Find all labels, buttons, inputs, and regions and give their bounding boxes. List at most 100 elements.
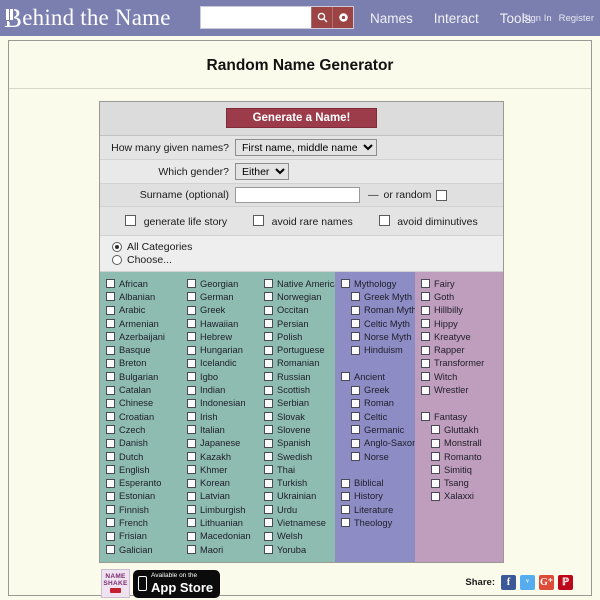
- all-categories-radio[interactable]: [112, 242, 122, 252]
- category-item[interactable]: Limburgish: [187, 503, 254, 516]
- category-checkbox[interactable]: [431, 465, 440, 475]
- category-item[interactable]: Norse Myth: [341, 330, 412, 343]
- category-item[interactable]: Native American: [264, 277, 345, 290]
- category-item[interactable]: Transformer: [421, 357, 499, 370]
- category-item[interactable]: Macedonian: [187, 530, 254, 543]
- category-checkbox[interactable]: [106, 505, 115, 515]
- category-checkbox[interactable]: [187, 438, 196, 448]
- category-checkbox[interactable]: [341, 518, 350, 528]
- app-store-badge[interactable]: Available on the App Store: [133, 569, 221, 598]
- category-checkbox[interactable]: [421, 412, 430, 422]
- category-checkbox[interactable]: [187, 305, 196, 315]
- category-item[interactable]: Kazakh: [187, 450, 254, 463]
- category-checkbox[interactable]: [187, 279, 196, 289]
- category-item[interactable]: Simitiq: [421, 463, 499, 476]
- category-item[interactable]: Igbo: [187, 370, 254, 383]
- category-item[interactable]: Monstrall: [421, 437, 499, 450]
- category-checkbox[interactable]: [106, 332, 115, 342]
- category-item[interactable]: Persian: [264, 317, 331, 330]
- category-item[interactable]: Welsh: [264, 530, 331, 543]
- avoid-rare-checkbox[interactable]: [253, 215, 265, 226]
- category-item[interactable]: African: [106, 277, 177, 290]
- category-checkbox[interactable]: [341, 478, 350, 488]
- category-item[interactable]: Greek: [187, 304, 254, 317]
- category-item[interactable]: German: [187, 290, 254, 303]
- category-checkbox[interactable]: [431, 491, 440, 501]
- category-checkbox[interactable]: [187, 345, 196, 355]
- category-checkbox[interactable]: [351, 345, 360, 355]
- category-checkbox[interactable]: [187, 545, 196, 555]
- category-checkbox[interactable]: [264, 279, 273, 289]
- category-item[interactable]: Basque: [106, 343, 177, 356]
- category-item[interactable]: Indian: [187, 383, 254, 396]
- category-checkbox[interactable]: [106, 478, 115, 488]
- category-checkbox[interactable]: [421, 345, 430, 355]
- category-item[interactable]: Esperanto: [106, 476, 177, 489]
- surname-input[interactable]: [235, 187, 360, 203]
- category-checkbox[interactable]: [341, 505, 350, 515]
- category-item[interactable]: Korean: [187, 476, 254, 489]
- or-random-checkbox[interactable]: [436, 189, 448, 201]
- category-checkbox[interactable]: [431, 425, 440, 435]
- category-item[interactable]: Estonian: [106, 490, 177, 503]
- category-item[interactable]: Slovak: [264, 410, 331, 423]
- category-item[interactable]: Greek: [341, 383, 411, 396]
- nameshake-logo-icon[interactable]: NAME SHAKE: [101, 569, 130, 599]
- option-avoid-rare[interactable]: avoid rare names: [253, 212, 353, 230]
- category-checkbox[interactable]: [421, 385, 430, 395]
- category-item[interactable]: Maori: [187, 543, 254, 556]
- category-checkbox[interactable]: [264, 412, 273, 422]
- category-item[interactable]: Latvian: [187, 490, 254, 503]
- category-checkbox[interactable]: [187, 491, 196, 501]
- option-life-story[interactable]: generate life story: [125, 212, 227, 230]
- category-checkbox[interactable]: [106, 398, 115, 408]
- category-item[interactable]: Italian: [187, 423, 254, 436]
- category-checkbox[interactable]: [264, 385, 273, 395]
- googleplus-icon[interactable]: G⁺: [539, 575, 554, 591]
- nav-item-interact[interactable]: Interact: [434, 11, 479, 26]
- category-checkbox[interactable]: [351, 385, 360, 395]
- category-item[interactable]: Georgian: [187, 277, 254, 290]
- category-checkbox[interactable]: [431, 452, 440, 461]
- category-checkbox[interactable]: [264, 372, 273, 382]
- category-item[interactable]: Ancient: [341, 370, 411, 383]
- category-item[interactable]: Danish: [106, 437, 177, 450]
- life-story-checkbox[interactable]: [125, 215, 137, 226]
- category-item[interactable]: Hinduism: [341, 343, 411, 356]
- category-item[interactable]: French: [106, 516, 177, 529]
- category-checkbox[interactable]: [106, 292, 115, 302]
- category-item[interactable]: Hawaiian: [187, 317, 254, 330]
- category-checkbox[interactable]: [264, 305, 273, 315]
- register-link[interactable]: Register: [559, 13, 594, 24]
- category-checkbox[interactable]: [351, 332, 360, 342]
- category-item[interactable]: English: [106, 463, 177, 476]
- category-item[interactable]: Romanian: [264, 357, 331, 370]
- category-item[interactable]: Occitan: [264, 304, 331, 317]
- category-item[interactable]: Breton: [106, 357, 177, 370]
- category-item[interactable]: Hebrew: [187, 330, 254, 343]
- category-item[interactable]: Celtic: [341, 410, 411, 423]
- category-item[interactable]: Slovene: [264, 423, 331, 436]
- category-checkbox[interactable]: [106, 438, 115, 448]
- category-item[interactable]: Mythology: [341, 277, 411, 290]
- category-checkbox[interactable]: [421, 332, 430, 342]
- search-input[interactable]: [201, 7, 311, 28]
- category-checkbox[interactable]: [106, 518, 115, 528]
- category-checkbox[interactable]: [264, 292, 273, 302]
- nav-item-names[interactable]: Names: [370, 11, 413, 26]
- category-checkbox[interactable]: [264, 545, 273, 555]
- given-names-select[interactable]: First name, middle name: [235, 139, 377, 156]
- category-item[interactable]: Turkish: [264, 476, 331, 489]
- category-item[interactable]: Yoruba: [264, 543, 331, 556]
- radio-choose[interactable]: Choose...: [112, 254, 503, 266]
- category-checkbox[interactable]: [421, 319, 430, 329]
- category-checkbox[interactable]: [106, 319, 115, 329]
- category-item[interactable]: Hippy: [421, 317, 499, 330]
- facebook-icon[interactable]: f: [501, 575, 516, 591]
- category-checkbox[interactable]: [106, 491, 115, 501]
- radio-all-categories[interactable]: All Categories: [112, 241, 503, 253]
- category-checkbox[interactable]: [106, 531, 115, 541]
- category-checkbox[interactable]: [187, 531, 196, 541]
- generate-a-name-button[interactable]: Generate a Name!: [225, 108, 378, 128]
- category-checkbox[interactable]: [351, 398, 360, 408]
